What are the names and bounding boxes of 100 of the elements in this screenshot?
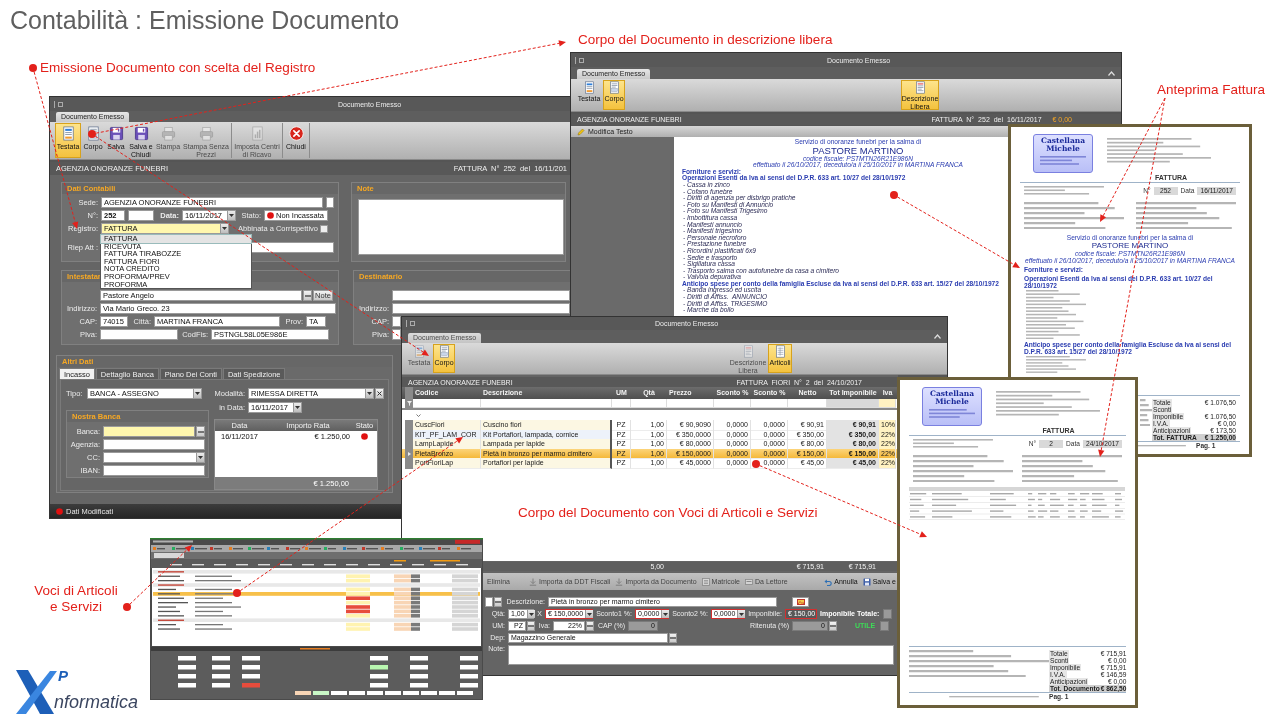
caret-icon xyxy=(367,392,372,395)
ellipsis-icon xyxy=(197,430,204,433)
dot-icon xyxy=(752,460,760,468)
dot-icon xyxy=(890,191,898,199)
fine-print-drawing xyxy=(1026,356,1086,373)
document-icon xyxy=(582,81,596,94)
window-menu-icon xyxy=(54,100,63,108)
dot-icon xyxy=(123,603,131,611)
filter-field[interactable] xyxy=(714,399,751,408)
table-page-icon xyxy=(773,345,787,358)
dot-icon xyxy=(29,64,37,72)
browse-button[interactable] xyxy=(586,621,594,631)
image-icon xyxy=(796,599,805,605)
cross-icon xyxy=(377,391,382,396)
caret-icon xyxy=(229,214,234,217)
card-icon xyxy=(745,577,753,586)
document-icon xyxy=(412,345,426,358)
filter-field[interactable] xyxy=(827,399,879,408)
printer-icon xyxy=(160,126,176,141)
deceased-name: PASTORE MARTINO xyxy=(812,145,904,156)
input-field[interactable] xyxy=(392,303,570,314)
browse-button[interactable] xyxy=(829,621,837,631)
text-area[interactable] xyxy=(508,645,894,665)
input-field[interactable] xyxy=(392,290,570,301)
filter-field[interactable] xyxy=(413,399,481,408)
fine-print-drawing xyxy=(1026,290,1086,340)
pencil-icon xyxy=(577,127,585,136)
filter-field[interactable] xyxy=(879,399,896,408)
filter-field[interactable] xyxy=(667,399,714,408)
undo-icon xyxy=(824,577,833,586)
status-dot-icon xyxy=(267,212,274,219)
chevron-icon xyxy=(416,413,421,417)
input-field[interactable] xyxy=(103,465,205,476)
filter-icon xyxy=(406,401,412,406)
text-area[interactable] xyxy=(358,199,564,255)
caret-icon xyxy=(195,392,200,395)
caret-icon xyxy=(663,612,669,616)
chart-document-icon xyxy=(249,126,265,141)
import-icon xyxy=(528,577,537,586)
deceased-name: PASTORE MARTINO xyxy=(1091,241,1169,250)
filter-field[interactable] xyxy=(612,399,631,408)
input-field[interactable] xyxy=(100,329,178,340)
dropdown-field[interactable] xyxy=(103,452,205,463)
floppy-icon xyxy=(108,126,124,141)
browse-button[interactable] xyxy=(669,633,677,643)
image-button[interactable] xyxy=(792,597,809,607)
page-title: Contabilità : Emissione Documento xyxy=(10,5,400,35)
printer-icon xyxy=(198,126,214,141)
caret-icon xyxy=(528,612,534,616)
browse-button[interactable] xyxy=(527,621,535,631)
callout-text: Corpo del Documento con Voci di Articoli e Servizi xyxy=(518,505,818,521)
fine-print-drawing xyxy=(1140,399,1152,427)
input-field[interactable] xyxy=(128,210,154,221)
browse-button[interactable] xyxy=(196,426,205,437)
page-icon xyxy=(437,345,451,358)
arrow xyxy=(129,545,192,605)
window-menu-icon xyxy=(406,320,415,327)
filter-field[interactable] xyxy=(751,399,788,408)
header-corner xyxy=(405,387,413,399)
callout-text: Corpo del Documento in descrizione libera xyxy=(578,32,833,48)
checkbox[interactable] xyxy=(320,224,328,233)
input-field[interactable] xyxy=(103,439,205,450)
filter-field[interactable] xyxy=(631,399,667,408)
filter-field[interactable] xyxy=(481,399,612,408)
collapse-icon xyxy=(934,334,941,339)
input-field[interactable] xyxy=(392,329,401,340)
current-row-icon xyxy=(407,452,411,457)
input-field[interactable] xyxy=(392,316,401,327)
row-selector[interactable] xyxy=(405,399,413,408)
collapse-icon xyxy=(1108,70,1115,76)
caret-icon xyxy=(222,227,227,230)
page-icon xyxy=(607,81,621,94)
input-field[interactable] xyxy=(485,597,493,607)
import-icon xyxy=(615,577,624,586)
floppy-icon xyxy=(862,577,871,586)
browse-button[interactable] xyxy=(494,597,502,607)
caret-icon xyxy=(739,612,745,616)
browse-button[interactable] xyxy=(303,290,312,301)
caret-icon xyxy=(295,406,300,409)
fine-print-drawing xyxy=(929,409,975,418)
logo-letter: P xyxy=(58,668,68,684)
callout-text: Emissione Documento con scelta del Registro xyxy=(40,60,316,76)
fine-print-drawing xyxy=(1040,156,1086,165)
close-icon xyxy=(288,126,304,141)
caret-icon xyxy=(198,456,203,459)
callout-text: Voci di Articoli e Servizi xyxy=(33,583,119,615)
caret-icon xyxy=(587,612,593,616)
text-page-icon xyxy=(741,345,755,358)
dot-icon xyxy=(88,130,96,138)
callout-text: Anteprima Fattura xyxy=(1157,82,1266,98)
input-field[interactable] xyxy=(103,426,195,437)
logo-text: nformatica xyxy=(54,692,139,712)
input-field[interactable] xyxy=(326,197,334,208)
floppy-icon xyxy=(133,126,149,141)
window-menu-icon xyxy=(575,56,584,64)
list-icon xyxy=(701,577,710,586)
clear-button[interactable] xyxy=(375,388,384,399)
dot-icon xyxy=(233,589,241,597)
text-page-icon xyxy=(913,81,927,94)
document-icon xyxy=(60,126,76,141)
